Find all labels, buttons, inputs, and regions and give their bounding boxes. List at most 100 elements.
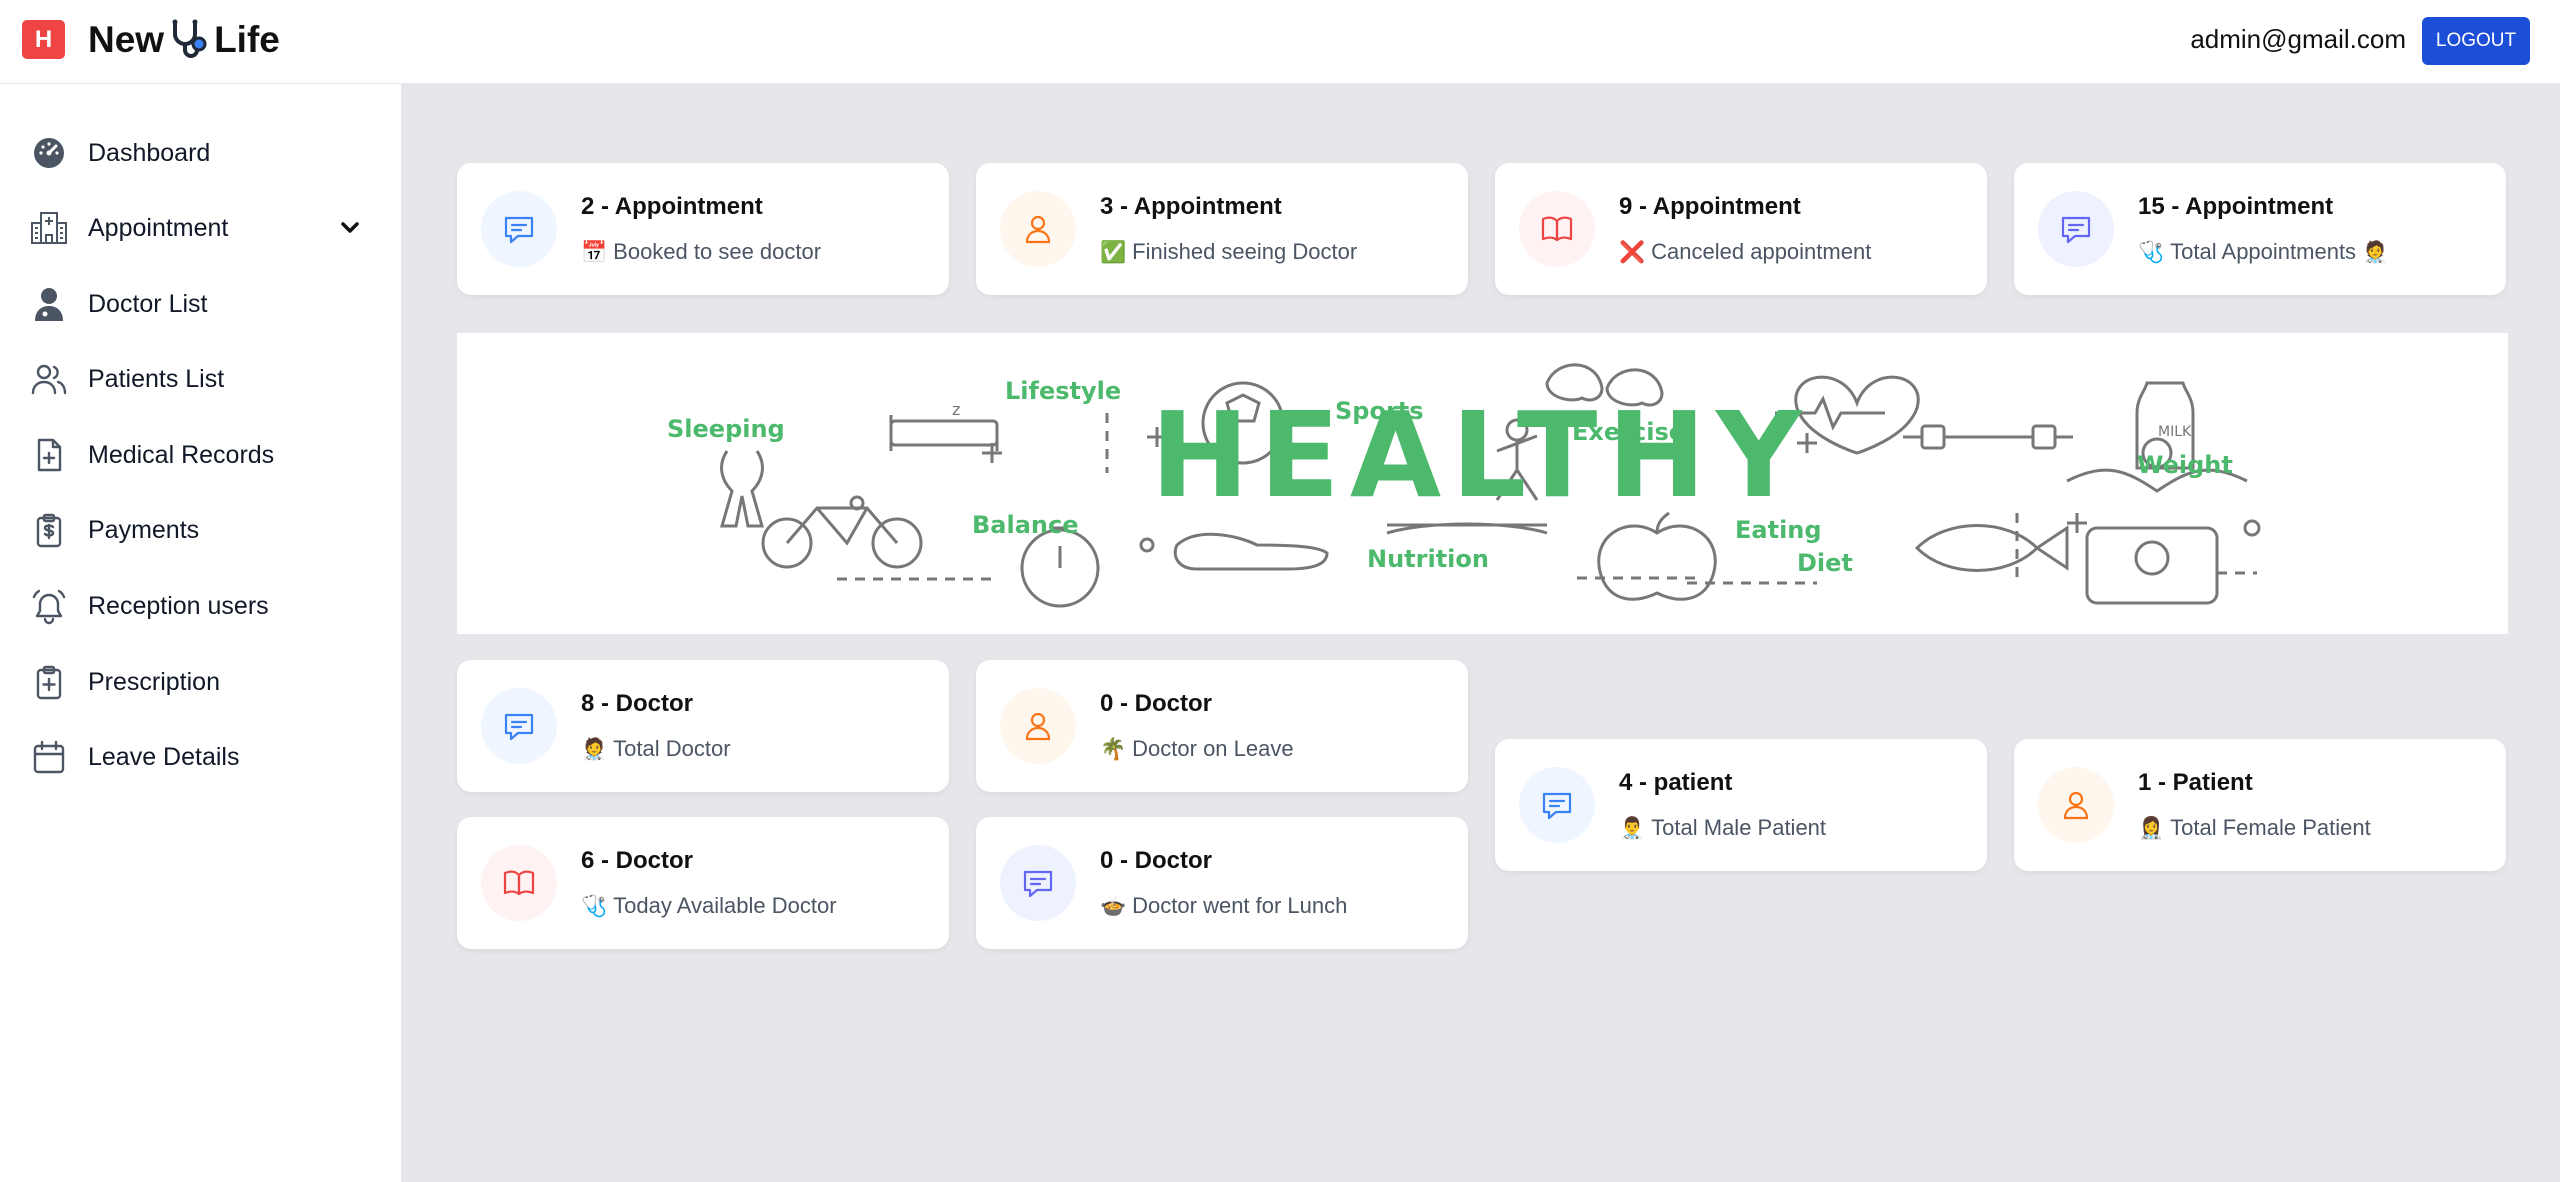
stat-card-canceled[interactable]: 9 - Appointment ❌ Canceled appointment <box>1495 163 1987 295</box>
stat-subtitle: 📅 Booked to see doctor <box>581 239 821 265</box>
calendar-icon <box>30 738 68 776</box>
sidebar-item-label: Appointment <box>88 213 229 242</box>
chat-icon <box>481 688 557 764</box>
calendar-emoji-icon: 📅 <box>581 239 608 264</box>
clipboard-dollar-icon <box>30 511 68 549</box>
check-emoji-icon: ✅ <box>1100 239 1127 264</box>
doctor-icon <box>30 285 68 323</box>
stethoscope-emoji-icon: 🩺 <box>2138 239 2165 264</box>
female-health-worker-emoji-icon: 👩‍⚕️ <box>2138 815 2165 840</box>
cross-emoji-icon: ❌ <box>1619 239 1646 264</box>
stat-title: 15 - Appointment <box>2138 193 2334 220</box>
stat-subtitle-text: Booked to see doctor <box>613 239 822 264</box>
sidebar-item-leave-details[interactable]: Leave Details <box>0 727 402 787</box>
banner-word-weight: Weight <box>2137 451 2233 479</box>
user-icon <box>1000 191 1076 267</box>
banner-word-exercise: Exercise <box>1572 418 1685 446</box>
stat-card-doctor-leave[interactable]: 0 - Doctor 🌴 Doctor on Leave <box>976 660 1468 792</box>
stat-subtitle-text: Doctor went for Lunch <box>1132 893 1348 918</box>
hospital-icon <box>30 209 68 247</box>
stat-title: 1 - Patient <box>2138 769 2253 796</box>
file-plus-icon <box>30 436 68 474</box>
stat-title: 2 - Appointment <box>581 193 763 220</box>
stat-subtitle: 🍲 Doctor went for Lunch <box>1100 893 1347 919</box>
stat-card-doctor-lunch[interactable]: 0 - Doctor 🍲 Doctor went for Lunch <box>976 817 1468 949</box>
sidebar-item-label: Payments <box>88 515 200 544</box>
sidebar-item-appointment[interactable]: Appointment <box>0 198 402 258</box>
stat-title: 0 - Doctor <box>1100 690 1213 717</box>
chevron-down-icon[interactable] <box>336 214 364 242</box>
book-icon <box>481 845 557 921</box>
health-worker-emoji-icon: 🧑‍⚕️ <box>581 736 608 761</box>
chat-icon <box>2038 191 2114 267</box>
brand-name[interactable]: New Life <box>88 17 280 63</box>
sidebar-item-prescription[interactable]: Prescription <box>0 652 402 712</box>
stat-subtitle: 👨‍⚕️ Total Male Patient <box>1619 815 1826 841</box>
stethoscope-icon <box>167 18 211 62</box>
banner-main-word: HEALTHY <box>1150 386 1811 524</box>
sidebar-item-label: Leave Details <box>88 742 240 771</box>
sidebar: Dashboard Appointment Doctor List Patien… <box>0 84 402 1182</box>
sidebar-item-patients-list[interactable]: Patients List <box>0 349 402 409</box>
stat-subtitle-text: Canceled appointment <box>1651 239 1872 264</box>
chat-icon <box>1519 767 1595 843</box>
chat-icon <box>481 191 557 267</box>
banner-word-diet: Diet <box>1797 549 1853 577</box>
healthy-banner: z MILK HEALTHY Lifestyle Sleeping Sports… <box>457 333 2508 634</box>
stat-subtitle-text: Total Female Patient <box>2170 815 2371 840</box>
chat-icon <box>1000 845 1076 921</box>
bell-icon <box>30 587 68 625</box>
stethoscope-emoji-icon: 🩺 <box>581 893 608 918</box>
user-email: admin@gmail.com <box>2190 24 2406 54</box>
sidebar-item-medical-records[interactable]: Medical Records <box>0 425 402 485</box>
sidebar-item-payments[interactable]: Payments <box>0 500 402 560</box>
stat-title: 9 - Appointment <box>1619 193 1801 220</box>
stat-card-total-doctor[interactable]: 8 - Doctor 🧑‍⚕️ Total Doctor <box>457 660 949 792</box>
stat-subtitle-text: Total Male Patient <box>1651 815 1827 840</box>
stat-subtitle: ✅ Finished seeing Doctor <box>1100 239 1357 265</box>
top-header: H New Life admin@gmail.com LOGOUT <box>0 0 2560 84</box>
stat-card-booked[interactable]: 2 - Appointment 📅 Booked to see doctor <box>457 163 949 295</box>
stat-card-available-doctor[interactable]: 6 - Doctor 🩺 Today Available Doctor <box>457 817 949 949</box>
stat-subtitle-text: Total Appointments <box>2170 239 2357 264</box>
sidebar-item-label: Doctor List <box>88 289 208 318</box>
sidebar-item-label: Patients List <box>88 364 225 393</box>
banner-word-sports: Sports <box>1335 397 1424 425</box>
sidebar-item-label: Prescription <box>88 667 220 696</box>
health-worker-emoji-icon: 🧑‍⚕️ <box>2362 239 2389 264</box>
stat-subtitle: 👩‍⚕️ Total Female Patient <box>2138 815 2371 841</box>
stat-subtitle: 🩺 Total Appointments 🧑‍⚕️ <box>2138 239 2388 265</box>
dashboard-gauge-icon <box>30 134 68 172</box>
banner-word-sleeping: Sleeping <box>667 415 785 443</box>
svg-text:z: z <box>952 400 960 419</box>
clipboard-plus-icon <box>30 663 68 701</box>
logout-button[interactable]: LOGOUT <box>2422 17 2530 65</box>
sidebar-item-label: Reception users <box>88 591 269 620</box>
sidebar-item-label: Medical Records <box>88 440 275 469</box>
banner-word-lifestyle: Lifestyle <box>1005 377 1121 405</box>
stat-card-female-patient[interactable]: 1 - Patient 👩‍⚕️ Total Female Patient <box>2014 739 2506 871</box>
sidebar-item-dashboard[interactable]: Dashboard <box>0 123 402 183</box>
banner-word-balance: Balance <box>972 511 1079 539</box>
logo-badge[interactable]: H <box>22 20 65 59</box>
sidebar-item-label: Dashboard <box>88 138 211 167</box>
user-icon <box>2038 767 2114 843</box>
users-icon <box>30 360 68 398</box>
palm-tree-emoji-icon: 🌴 <box>1100 736 1127 761</box>
book-icon <box>1519 191 1595 267</box>
banner-word-nutrition: Nutrition <box>1367 545 1489 573</box>
brand-left-text: New <box>88 19 165 60</box>
stat-title: 4 - patient <box>1619 769 1733 796</box>
stat-subtitle: 🌴 Doctor on Leave <box>1100 736 1294 762</box>
food-bowl-emoji-icon: 🍲 <box>1100 893 1127 918</box>
stat-card-total-appointments[interactable]: 15 - Appointment 🩺 Total Appointments 🧑‍⚕️ <box>2014 163 2506 295</box>
stat-card-finished[interactable]: 3 - Appointment ✅ Finished seeing Doctor <box>976 163 1468 295</box>
stat-subtitle: 🧑‍⚕️ Total Doctor <box>581 736 731 762</box>
stat-subtitle-text: Finished seeing Doctor <box>1132 239 1358 264</box>
banner-word-eating: Eating <box>1735 516 1822 544</box>
stat-title: 8 - Doctor <box>581 690 694 717</box>
sidebar-item-reception-users[interactable]: Reception users <box>0 576 402 636</box>
sidebar-item-doctor-list[interactable]: Doctor List <box>0 274 402 334</box>
stat-subtitle: 🩺 Today Available Doctor <box>581 893 837 919</box>
stat-card-male-patient[interactable]: 4 - patient 👨‍⚕️ Total Male Patient <box>1495 739 1987 871</box>
